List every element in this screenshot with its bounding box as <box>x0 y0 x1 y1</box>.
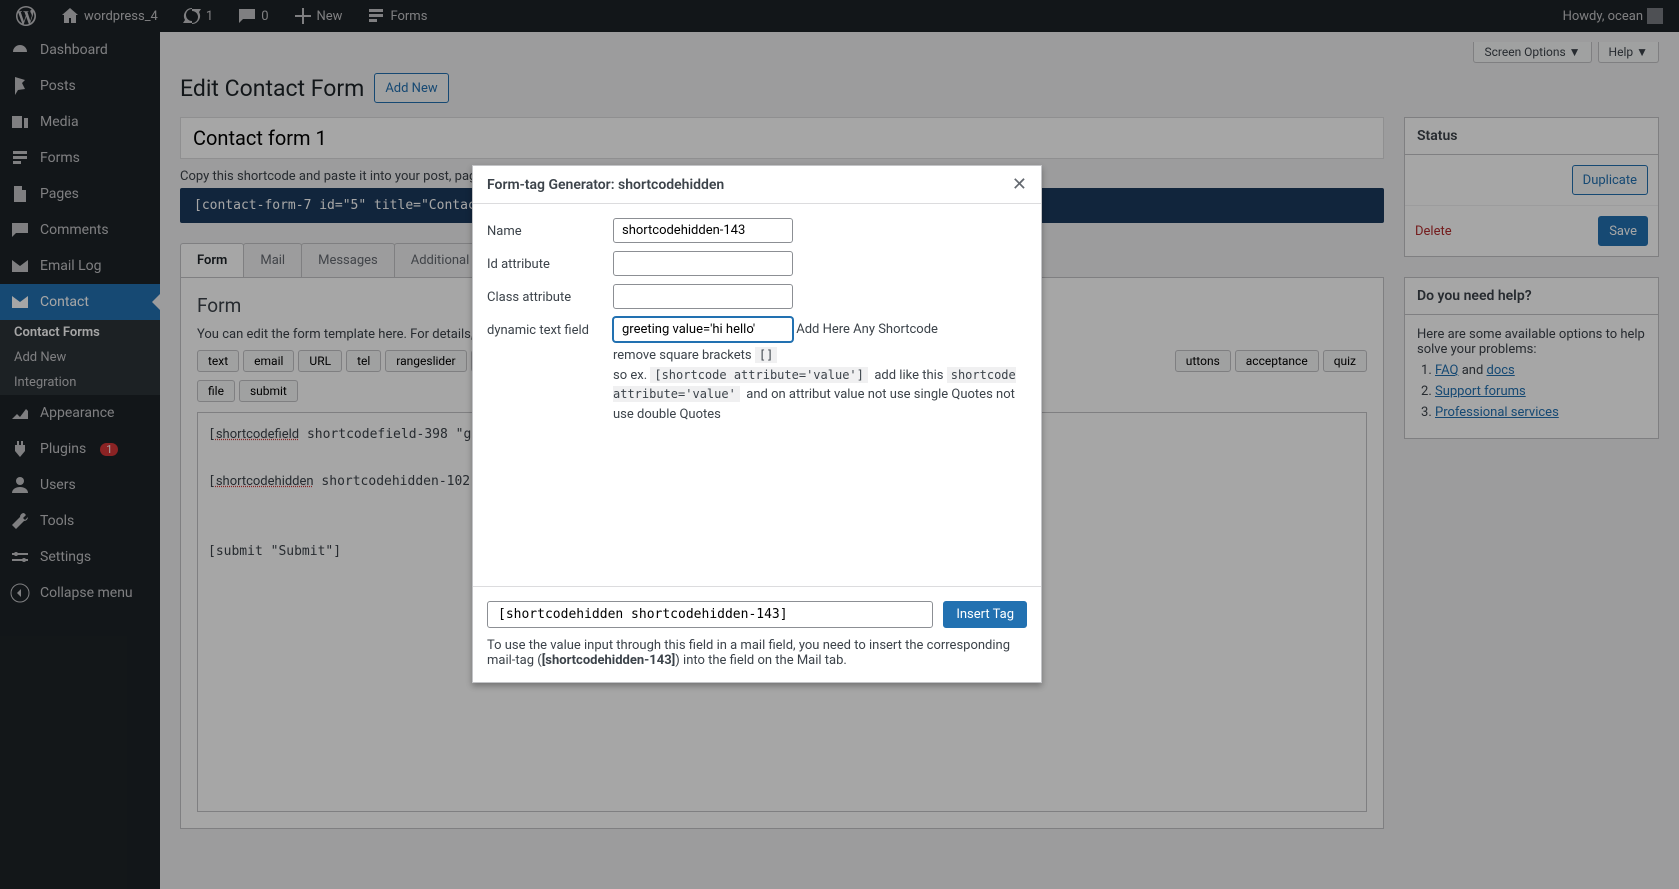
insert-tag-button[interactable]: Insert Tag <box>943 601 1027 628</box>
footer-note: To use the value input through this fiel… <box>487 638 1027 668</box>
form-tag-generator-modal: Form-tag Generator: shortcodehidden ✕ Na… <box>472 165 1042 683</box>
instruction-text: remove square brackets [] so ex. [shortc… <box>613 346 1027 424</box>
name-input[interactable] <box>613 218 793 243</box>
class-label: Class attribute <box>487 284 613 305</box>
add-here-text: Add Here Any Shortcode <box>796 322 938 337</box>
shortcode-output[interactable] <box>487 601 933 628</box>
modal-title: Form-tag Generator: shortcodehidden <box>487 177 724 193</box>
modal-close-button[interactable]: ✕ <box>1012 174 1027 195</box>
id-input[interactable] <box>613 251 793 276</box>
dynamic-text-input[interactable] <box>613 317 793 342</box>
dynamic-label: dynamic text field <box>487 317 613 338</box>
class-input[interactable] <box>613 284 793 309</box>
id-label: Id attribute <box>487 251 613 272</box>
name-label: Name <box>487 218 613 239</box>
